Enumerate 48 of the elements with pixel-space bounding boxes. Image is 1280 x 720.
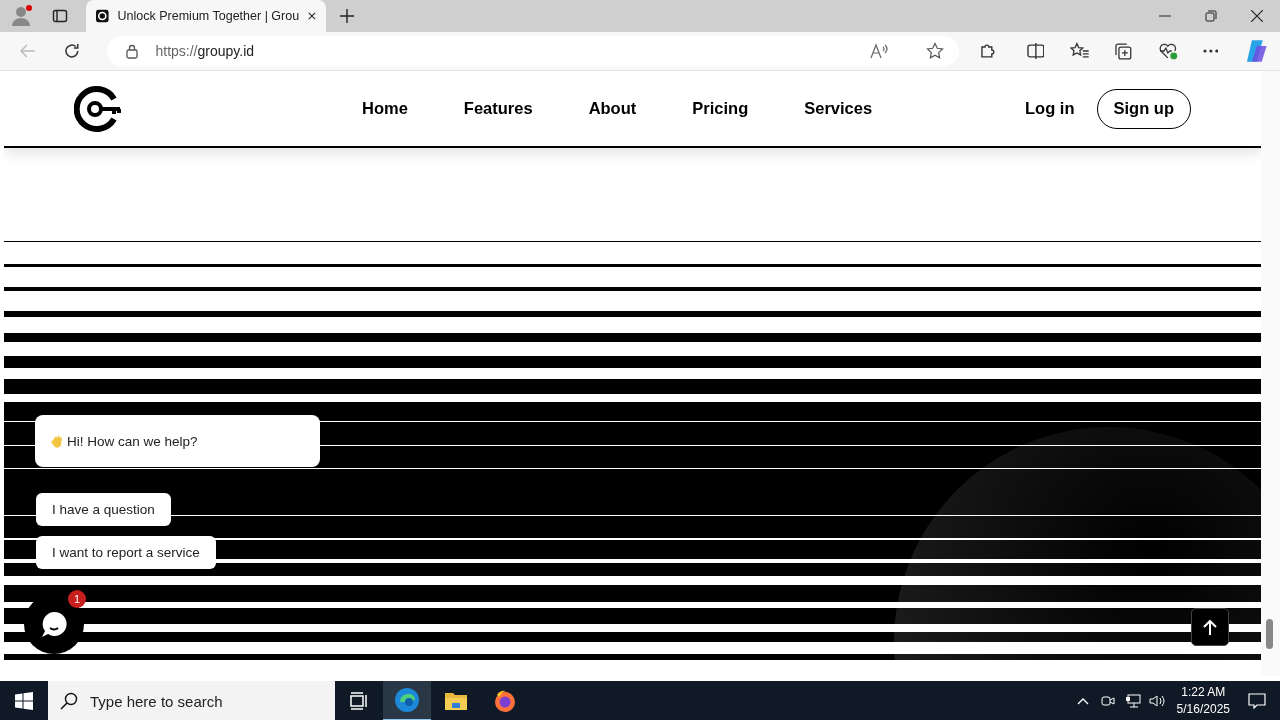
reload-icon[interactable] [62, 42, 81, 60]
copilot-icon[interactable] [1244, 38, 1270, 64]
speaker-icon[interactable] [1148, 694, 1167, 708]
browser-tab[interactable]: Unlock Premium Together | Grou [86, 0, 326, 32]
chat-option-button[interactable]: I want to report a service [36, 536, 216, 569]
chat-option-button[interactable]: I have a question [36, 493, 171, 526]
clock-time[interactable]: 1:22 AM [1181, 684, 1226, 701]
chat-bubble-icon [40, 610, 68, 638]
log-in-link[interactable]: Log in [1025, 99, 1075, 118]
close-icon[interactable] [308, 11, 316, 21]
lock-icon [125, 43, 140, 59]
nav-link[interactable]: Pricing [692, 99, 749, 118]
network-icon[interactable] [1124, 694, 1141, 708]
close-window-icon[interactable] [1251, 10, 1263, 22]
split-screen-icon[interactable] [1026, 42, 1045, 60]
arrow-up-icon [1203, 619, 1217, 635]
more-icon[interactable] [1202, 49, 1219, 53]
greeting-text: Hi! How can we help? [67, 433, 198, 449]
camera-icon[interactable] [1100, 694, 1115, 708]
heartbeat-icon[interactable] [1157, 42, 1178, 60]
windows-start-icon[interactable] [15, 692, 33, 710]
tab-actions-icon[interactable] [52, 8, 68, 24]
favorite-star-icon[interactable] [926, 42, 944, 60]
notifications-icon[interactable] [1248, 693, 1266, 709]
restore-icon[interactable] [1205, 10, 1217, 22]
read-aloud-icon[interactable] [870, 43, 888, 59]
address-bar[interactable]: https://groupy.id [107, 36, 959, 66]
nav-link[interactable]: Home [362, 99, 408, 118]
taskbar-search-field[interactable]: Type here to search [48, 681, 335, 720]
waving-hand-icon [50, 433, 64, 449]
url-text: https://groupy.id [155, 43, 255, 59]
clock-date[interactable]: 5/16/2025 [1176, 701, 1230, 718]
nav-link[interactable]: Features [463, 99, 533, 118]
sign-up-button[interactable]: Sign up [1096, 88, 1191, 129]
scroll-to-top-button[interactable] [1191, 608, 1229, 646]
site-logo-icon [96, 8, 109, 24]
nav-link[interactable]: About [588, 99, 637, 118]
new-tab-icon[interactable] [340, 9, 354, 23]
chevron-up-icon[interactable] [1076, 697, 1089, 705]
edge-browser-icon[interactable] [383, 681, 431, 720]
key-logo-icon[interactable] [74, 84, 122, 133]
puzzle-piece-icon[interactable] [979, 42, 997, 60]
nav-link[interactable]: Services [804, 99, 873, 118]
search-icon [60, 692, 78, 710]
collections-icon[interactable] [1114, 42, 1132, 60]
profile-icon[interactable] [10, 4, 34, 28]
favorites-list-icon[interactable] [1070, 42, 1091, 60]
task-view-icon[interactable] [349, 692, 369, 710]
